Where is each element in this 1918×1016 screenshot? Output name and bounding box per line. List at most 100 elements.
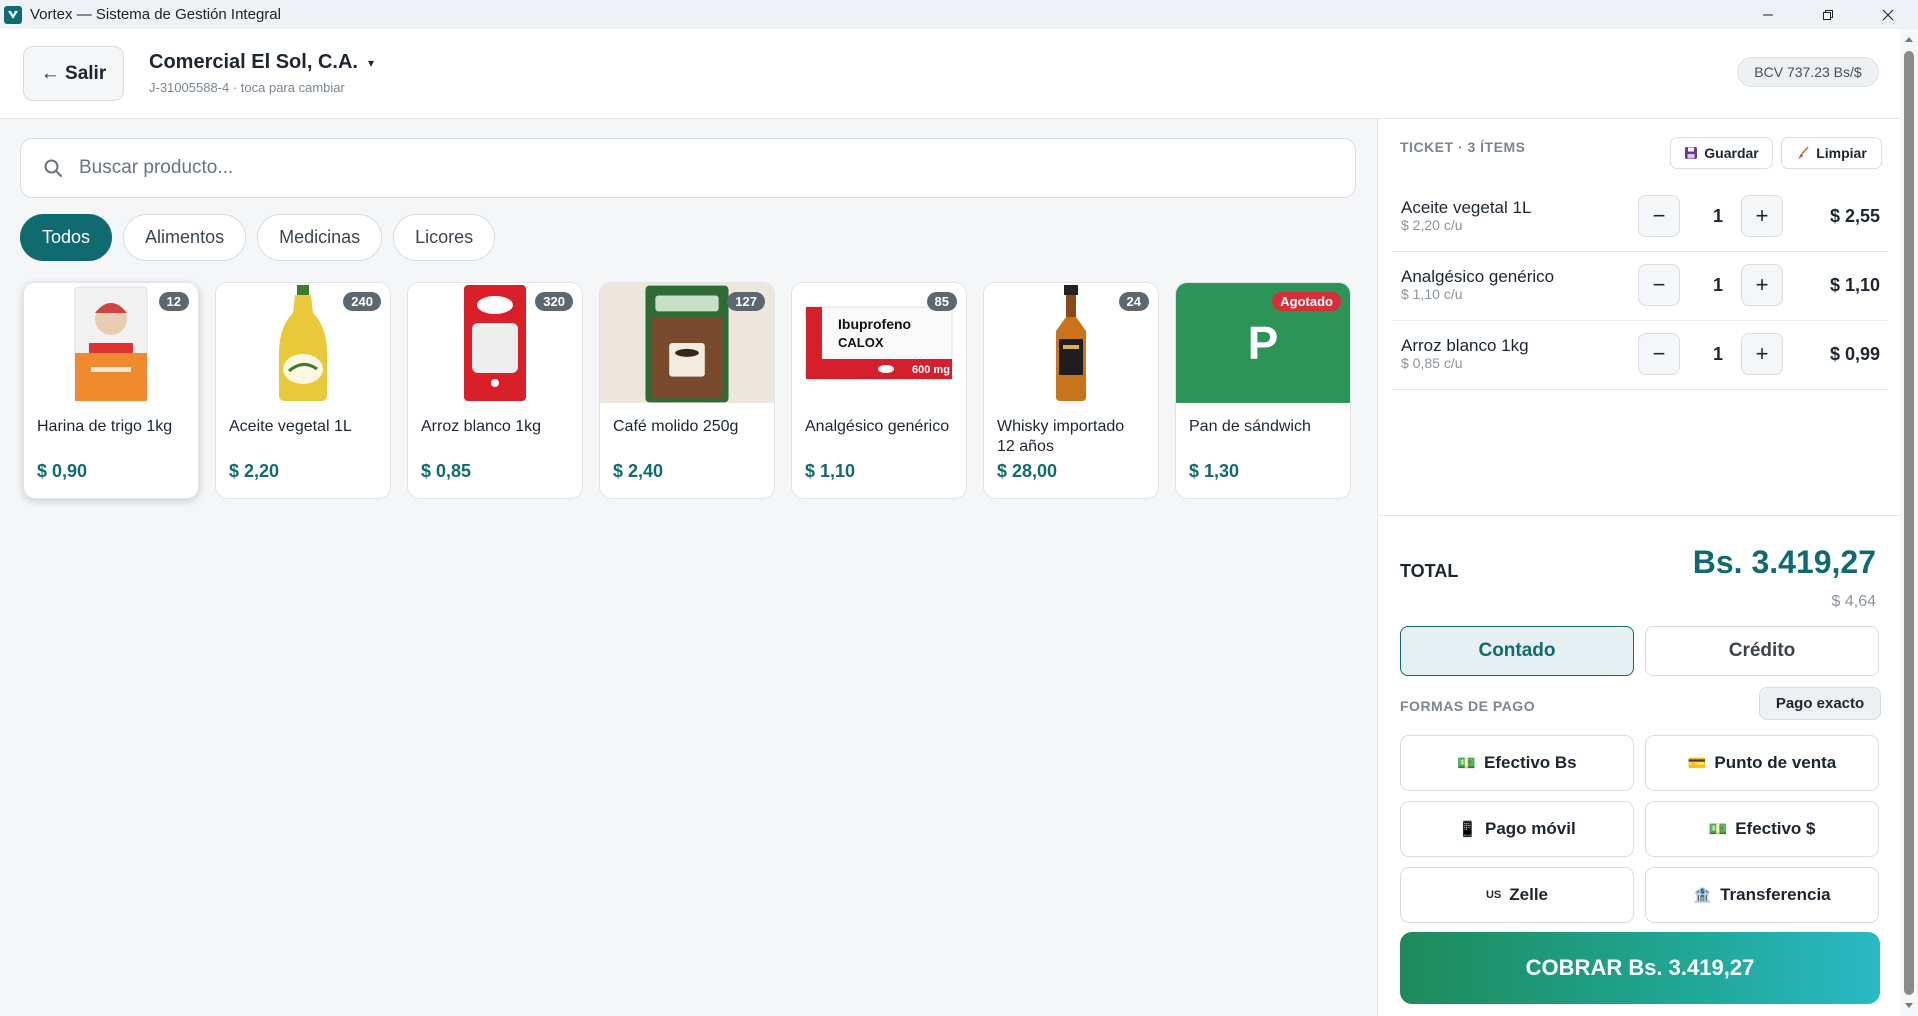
broom-icon — [1798, 146, 1809, 159]
decrease-quantity-button[interactable]: − — [1638, 333, 1680, 375]
close-button[interactable] — [1858, 0, 1918, 29]
us-flag-icon: US — [1485, 889, 1502, 901]
exit-button[interactable]: ← Salir — [23, 46, 124, 101]
product-price: $ 1,10 — [805, 461, 856, 481]
product-card[interactable]: 24 Whisky importado 12 años $ 28,00 — [983, 282, 1159, 499]
ticket-items: Aceite vegetal 1L $ 2,20 c/u − 1 + $ 2,5… — [1392, 183, 1888, 390]
product-name: Arroz blanco 1kg — [421, 418, 542, 435]
product-price: $ 0,90 — [37, 461, 88, 481]
exchange-rate-badge: BCV 737.23 Bs/$ — [1737, 57, 1879, 87]
box-text-dose: 600 mg — [912, 364, 950, 376]
search-icon — [44, 159, 62, 177]
category-tab-alimentos[interactable]: Alimentos — [123, 214, 247, 261]
product-card[interactable]: P Agotado Pan de sándwich $ 1,30 — [1175, 282, 1351, 499]
pay-card-terminal-button[interactable]: 💳 Punto de venta — [1645, 735, 1879, 791]
increase-quantity-button[interactable]: + — [1741, 195, 1783, 237]
save-ticket-button[interactable]: Guardar — [1670, 137, 1773, 169]
pay-transfer-button[interactable]: 🏦 Transferencia — [1645, 867, 1879, 923]
cash-mode-button[interactable]: Contado — [1400, 626, 1634, 676]
ticket-item: Aceite vegetal 1L $ 2,20 c/u − 1 + $ 2,5… — [1392, 183, 1888, 252]
exact-payment-button[interactable]: Pago exacto — [1759, 687, 1881, 720]
scroll-up-icon[interactable] — [1905, 37, 1913, 42]
save-ticket-label: Guardar — [1704, 145, 1759, 161]
product-image: 240 — [216, 283, 390, 403]
product-name: Harina de trigo 1kg — [37, 418, 173, 435]
stock-badge: 127 — [727, 292, 765, 311]
category-tab-licores[interactable]: Licores — [393, 214, 496, 261]
stock-badge: 12 — [158, 292, 189, 311]
credit-card-icon: 💳 — [1687, 755, 1707, 772]
product-price: $ 2,40 — [613, 461, 664, 481]
pay-method-label: Efectivo $ — [1735, 819, 1816, 838]
total-label: TOTAL — [1400, 561, 1459, 581]
category-tab-medicinas[interactable]: Medicinas — [257, 214, 383, 261]
company-rif: J-31005588-4 · toca para cambiar — [149, 80, 345, 95]
restore-button[interactable] — [1798, 0, 1858, 29]
product-grid: 12 Harina de trigo 1kg $ 0,90 240 Aceite… — [23, 282, 1351, 499]
window-title: Vortex — Sistema de Gestión Integral — [30, 6, 281, 23]
scrollbar-thumb[interactable] — [1904, 51, 1914, 995]
floppy-disk-icon — [1685, 147, 1698, 159]
product-card[interactable]: 240 Aceite vegetal 1L $ 2,20 — [215, 282, 391, 499]
pay-mobile-button[interactable]: 📱 Pago móvil — [1400, 801, 1634, 857]
increase-quantity-button[interactable]: + — [1741, 264, 1783, 306]
pay-cash-bs-button[interactable]: 💵 Efectivo Bs — [1400, 735, 1634, 791]
search-input[interactable] — [79, 157, 1279, 179]
cash-icon: 💵 — [1708, 821, 1728, 838]
item-unit-price: $ 2,20 c/u — [1401, 217, 1463, 233]
category-tabs: Todos Alimentos Medicinas Licores — [20, 214, 496, 261]
company-selector[interactable]: Comercial El Sol, C.A. ▾ J-31005588-4 · … — [149, 51, 374, 95]
product-price: $ 0,85 — [421, 461, 472, 481]
product-name: Analgésico genérico — [805, 418, 950, 435]
ticket-heading: TICKET · 3 ÍTEMS — [1400, 139, 1526, 155]
stock-badge: 320 — [535, 292, 573, 311]
decrease-quantity-button[interactable]: − — [1638, 264, 1680, 306]
product-name: Aceite vegetal 1L — [229, 418, 352, 435]
product-card[interactable]: 320 Arroz blanco 1kg $ 0,85 — [407, 282, 583, 499]
product-name: Pan de sándwich — [1189, 418, 1311, 435]
product-initial: P — [1247, 317, 1279, 369]
caret-down-icon: ▾ — [367, 55, 374, 70]
charge-button[interactable]: COBRAR Bs. 3.419,27 — [1400, 932, 1880, 1004]
mobile-phone-icon: 📱 — [1458, 821, 1477, 838]
item-quantity: 1 — [1712, 274, 1723, 295]
payment-summary: TOTAL Bs. 3.419,27 $ 4,64 Contado Crédit… — [1378, 515, 1900, 1016]
clear-ticket-button[interactable]: Limpiar — [1781, 137, 1882, 169]
item-quantity: 1 — [1712, 205, 1723, 226]
ticket-item: Analgésico genérico $ 1,10 c/u − 1 + $ 1… — [1392, 252, 1888, 321]
pay-zelle-button[interactable]: US Zelle — [1400, 867, 1634, 923]
product-card[interactable]: Ibuprofeno CALOX 600 mg 85 Analgésico ge… — [791, 282, 967, 499]
stock-badge: 240 — [343, 292, 381, 311]
item-name: Arroz blanco 1kg — [1401, 336, 1529, 355]
stock-badge: 85 — [926, 292, 957, 311]
product-card[interactable]: 12 Harina de trigo 1kg $ 0,90 — [23, 282, 199, 499]
item-name: Aceite vegetal 1L — [1401, 198, 1532, 217]
app-logo-icon — [4, 5, 22, 24]
increase-quantity-button[interactable]: + — [1741, 333, 1783, 375]
credit-mode-button[interactable]: Crédito — [1645, 626, 1879, 676]
title-bar: Vortex — Sistema de Gestión Integral — [0, 0, 1918, 29]
pay-method-label: Punto de venta — [1714, 753, 1837, 772]
decrease-quantity-button[interactable]: − — [1638, 195, 1680, 237]
pay-cash-usd-button[interactable]: 💵 Efectivo $ — [1645, 801, 1879, 857]
item-unit-price: $ 0,85 c/u — [1401, 355, 1463, 371]
product-image: 12 — [24, 283, 198, 403]
app-header: ← Salir Comercial El Sol, C.A. ▾ J-31005… — [0, 29, 1900, 119]
pay-method-label: Transferencia — [1720, 885, 1831, 904]
item-quantity: 1 — [1712, 343, 1723, 364]
ticket-panel: TICKET · 3 ÍTEMS Guardar Limpiar Aceite … — [1377, 119, 1900, 1016]
box-text-ibuprofeno: Ibuprofeno — [838, 316, 911, 332]
pay-method-label: Zelle — [1509, 885, 1549, 904]
item-unit-price: $ 1,10 c/u — [1401, 286, 1463, 302]
pay-method-label: Pago móvil — [1485, 819, 1576, 838]
product-card[interactable]: 127 Café molido 250g $ 2,40 — [599, 282, 775, 499]
cash-icon: 💵 — [1457, 755, 1477, 772]
vertical-scrollbar[interactable] — [1900, 29, 1918, 1016]
item-total: $ 2,55 — [1829, 205, 1880, 226]
pay-method-label: Efectivo Bs — [1484, 753, 1577, 772]
scroll-down-icon[interactable] — [1905, 1003, 1913, 1008]
category-tab-todos[interactable]: Todos — [20, 214, 113, 261]
search-box[interactable] — [20, 138, 1356, 198]
product-name: Café molido 250g — [613, 418, 739, 435]
minimize-button[interactable] — [1738, 0, 1798, 29]
